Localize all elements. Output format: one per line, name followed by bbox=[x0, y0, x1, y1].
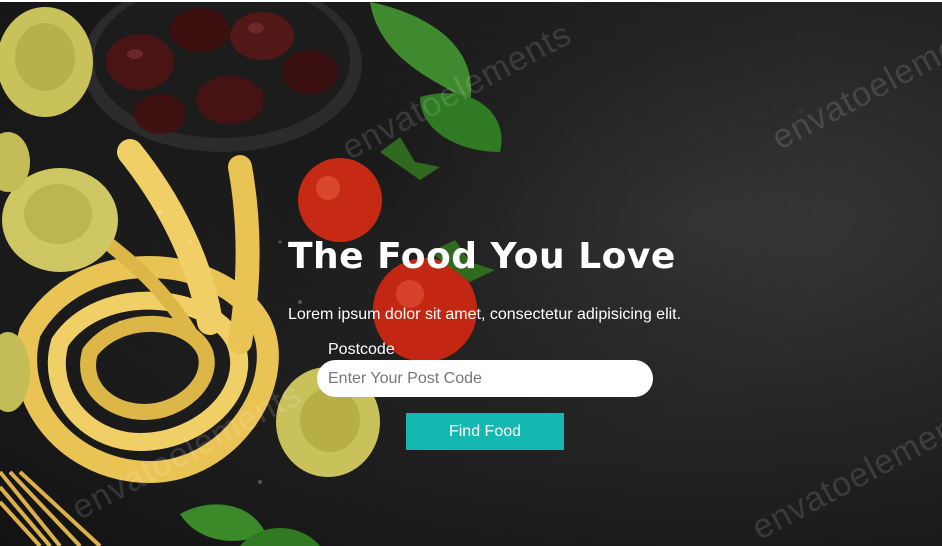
hero-content: The Food You Love Lorem ipsum dolor sit … bbox=[0, 0, 942, 544]
postcode-label: Postcode bbox=[328, 341, 395, 358]
postcode-input[interactable] bbox=[317, 360, 653, 397]
find-food-button[interactable]: Find Food bbox=[406, 413, 564, 450]
hero-title: The Food You Love bbox=[288, 236, 676, 277]
hero-subtitle: Lorem ipsum dolor sit amet, consectetur … bbox=[288, 306, 682, 323]
